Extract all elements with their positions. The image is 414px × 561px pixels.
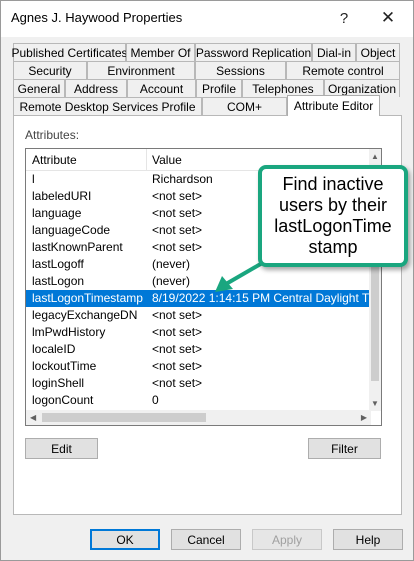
tab-address[interactable]: Address: [65, 79, 127, 97]
tab-object[interactable]: Object: [356, 43, 400, 61]
tab-profile[interactable]: Profile: [196, 79, 242, 97]
column-divider[interactable]: [146, 149, 147, 171]
help-icon[interactable]: ?: [332, 7, 356, 29]
attribute-value: <not set>: [152, 376, 203, 390]
scroll-down-icon[interactable]: ▼: [371, 399, 379, 408]
filter-button[interactable]: Filter: [308, 438, 381, 459]
column-header-attribute[interactable]: Attribute: [32, 153, 77, 167]
table-row[interactable]: lastLogon (never): [26, 273, 371, 290]
close-icon[interactable]: ✕: [376, 7, 400, 29]
properties-dialog: Agnes J. Haywood Properties ? ✕ Publishe…: [0, 0, 414, 561]
apply-button[interactable]: Apply: [252, 529, 322, 550]
tab-password-replication[interactable]: Password Replication: [195, 43, 312, 61]
scroll-right-icon[interactable]: ▶: [361, 413, 367, 422]
tab-attribute-editor[interactable]: Attribute Editor: [287, 95, 380, 116]
attribute-name: l: [32, 172, 35, 186]
attribute-name: labeledURI: [32, 189, 92, 203]
scroll-up-icon[interactable]: ▲: [371, 152, 379, 161]
attribute-value: <not set>: [152, 308, 203, 322]
tab-remote-control[interactable]: Remote control: [286, 61, 400, 79]
attribute-value: <not set>: [152, 206, 203, 220]
column-header-value[interactable]: Value: [152, 153, 182, 167]
attribute-value: <not set>: [152, 223, 203, 237]
tab-sessions[interactable]: Sessions: [195, 61, 286, 79]
attribute-value: <not set>: [152, 325, 203, 339]
tab-published-certificates[interactable]: Published Certificates: [11, 43, 128, 61]
attribute-value: (never): [152, 274, 191, 288]
tab-remote-desktop-services-profile[interactable]: Remote Desktop Services Profile: [13, 97, 202, 115]
attribute-name: lastLogonTimestamp: [32, 291, 143, 305]
tab-general[interactable]: General: [13, 79, 65, 97]
table-row[interactable]: legacyExchangeDN <not set>: [26, 307, 371, 324]
table-row[interactable]: logonCount 0: [26, 392, 371, 409]
attribute-name: lastLogon: [32, 274, 85, 288]
table-row-selected[interactable]: lastLogonTimestamp 8/19/2022 1:14:15 PM C…: [26, 290, 381, 307]
attribute-value: <not set>: [152, 189, 203, 203]
edit-button[interactable]: Edit: [25, 438, 98, 459]
tab-account[interactable]: Account: [127, 79, 196, 97]
horizontal-scrollbar[interactable]: ◀ ▶: [26, 410, 371, 425]
attribute-value: Richardson: [152, 172, 213, 186]
table-row[interactable]: localeID <not set>: [26, 341, 371, 358]
attribute-value: <not set>: [152, 359, 203, 373]
attribute-name: lockoutTime: [32, 359, 97, 373]
attribute-value: <not set>: [152, 342, 203, 356]
attribute-value: 0: [152, 393, 159, 407]
horizontal-scroll-thumb[interactable]: [42, 413, 206, 422]
attribute-value: 8/19/2022 1:14:15 PM Central Daylight Ti…: [152, 291, 382, 305]
table-row[interactable]: lockoutTime <not set>: [26, 358, 371, 375]
attributes-label: Attributes:: [25, 128, 80, 142]
attribute-name: legacyExchangeDN: [32, 308, 138, 322]
attribute-name: language: [32, 206, 82, 220]
title-bar: Agnes J. Haywood Properties ? ✕: [1, 1, 413, 37]
tab-environment[interactable]: Environment: [87, 61, 195, 79]
tab-member-of[interactable]: Member Of: [126, 43, 195, 61]
ok-button[interactable]: OK: [90, 529, 160, 550]
attribute-name: lmPwdHistory: [32, 325, 106, 339]
window-title: Agnes J. Haywood Properties: [11, 10, 183, 25]
attribute-value: (never): [152, 257, 191, 271]
help-button[interactable]: Help: [333, 529, 403, 550]
table-row[interactable]: lmPwdHistory <not set>: [26, 324, 371, 341]
cancel-button[interactable]: Cancel: [171, 529, 241, 550]
tab-security[interactable]: Security: [13, 61, 87, 79]
attribute-name: localeID: [32, 342, 76, 356]
tab-com-plus[interactable]: COM+: [202, 97, 287, 115]
attribute-name: lastKnownParent: [32, 240, 123, 254]
attribute-name: lastLogoff: [32, 257, 84, 271]
scroll-left-icon[interactable]: ◀: [30, 413, 36, 422]
attribute-name: languageCode: [32, 223, 111, 237]
attribute-name: loginShell: [32, 376, 85, 390]
attribute-name: logonCount: [32, 393, 94, 407]
annotation-callout: Find inactive users by their lastLogonTi…: [258, 165, 408, 267]
attribute-value: <not set>: [152, 240, 203, 254]
tab-dial-in[interactable]: Dial-in: [312, 43, 356, 61]
table-row[interactable]: loginShell <not set>: [26, 375, 371, 392]
